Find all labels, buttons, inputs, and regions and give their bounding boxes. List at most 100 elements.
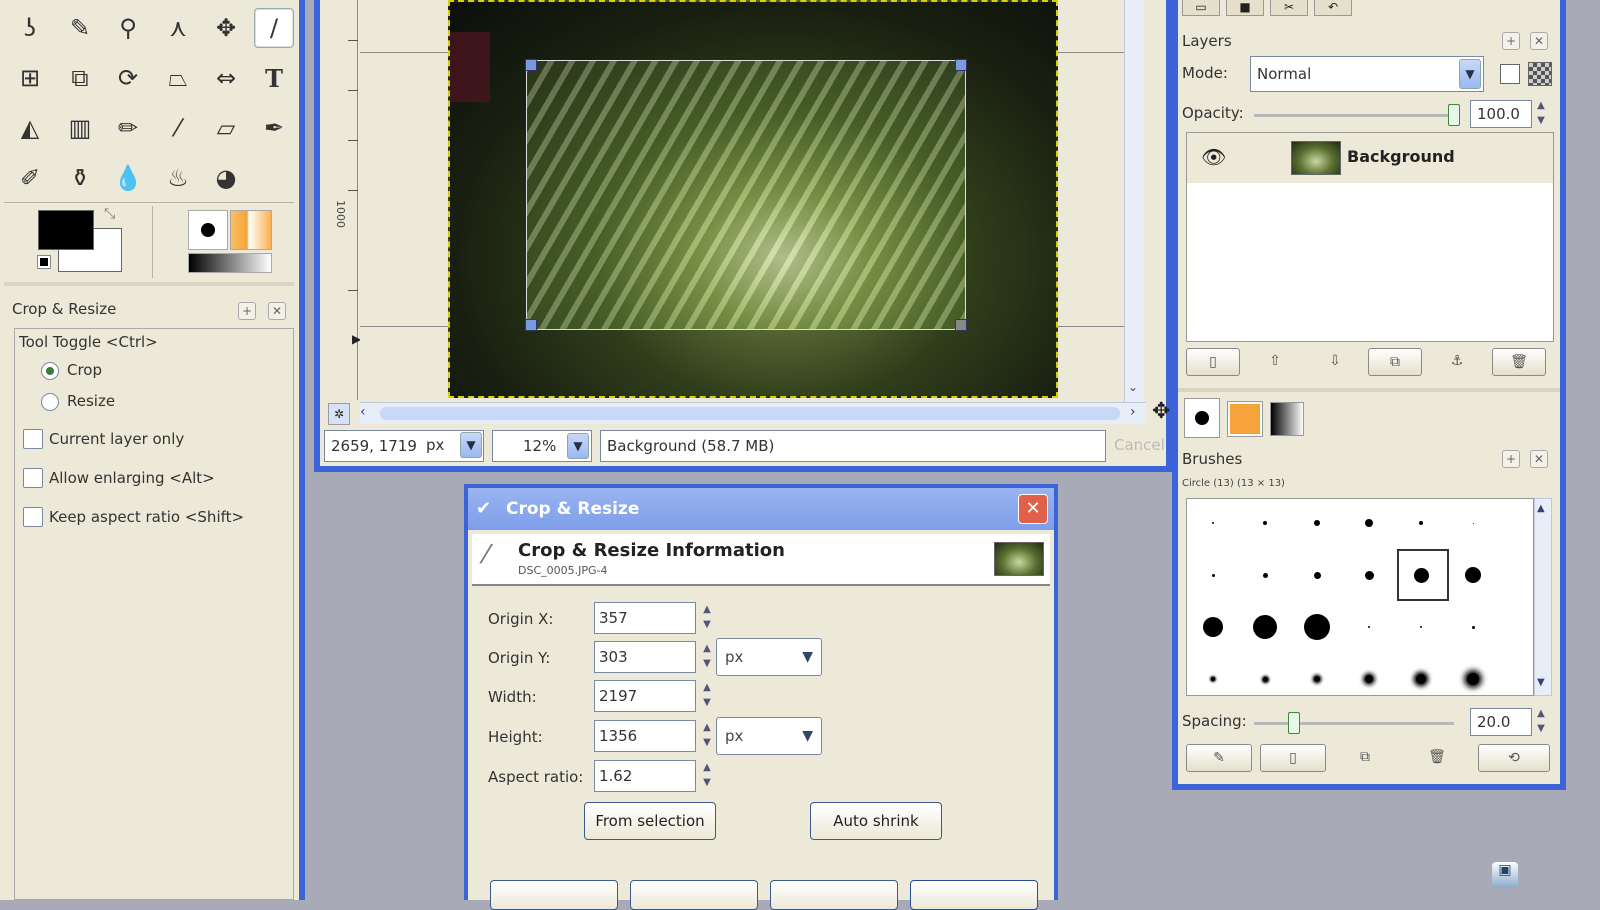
- tray-icon[interactable]: ▣: [1492, 862, 1518, 888]
- crop-rectangle[interactable]: [525, 59, 967, 331]
- chevron-down-icon[interactable]: ▼: [567, 433, 589, 459]
- brush-preview[interactable]: [1467, 673, 1479, 685]
- origin-unit-select[interactable]: px ▼: [716, 638, 822, 676]
- layers-menu-icon[interactable]: +: [1502, 32, 1520, 50]
- patterns-tab-icon[interactable]: [1227, 401, 1263, 437]
- free-select-icon[interactable]: ʖ: [10, 8, 50, 48]
- dodge-burn-icon[interactable]: ♨: [158, 158, 198, 198]
- blend-icon[interactable]: ▥: [60, 108, 100, 148]
- opacity-slider-knob[interactable]: [1448, 104, 1460, 126]
- horizontal-scrollbar[interactable]: ✲ ‹ › ✥: [328, 399, 1170, 425]
- lower-layer-icon[interactable]: ⇩: [1308, 348, 1362, 376]
- brushes-menu-icon[interactable]: +: [1502, 450, 1520, 468]
- brush-preview[interactable]: [1262, 676, 1268, 682]
- channels-tab-icon[interactable]: ■: [1226, 0, 1264, 16]
- zoom-icon[interactable]: ⚲: [108, 8, 148, 48]
- brush-preview[interactable]: [1211, 677, 1215, 681]
- layer-name[interactable]: Background: [1347, 147, 1455, 166]
- mode-select[interactable]: Normal ▼: [1250, 56, 1484, 92]
- eye-icon[interactable]: 👁: [1201, 145, 1226, 169]
- lock-alpha-checkbox[interactable]: [1500, 64, 1520, 84]
- heal-icon[interactable]: ⚱: [60, 158, 100, 198]
- brush-preview[interactable]: [1471, 625, 1475, 629]
- brushes-tab-icon[interactable]: [1184, 398, 1220, 438]
- brush-preview[interactable]: [1253, 615, 1277, 639]
- layers-close-icon[interactable]: ✕: [1530, 32, 1548, 50]
- color-picker-icon[interactable]: ✎: [60, 8, 100, 48]
- gradients-tab-icon[interactable]: [1270, 402, 1304, 436]
- brush-preview[interactable]: [1203, 617, 1223, 637]
- swap-colors-icon[interactable]: ⤡: [104, 206, 115, 222]
- anchor-layer-icon[interactable]: ⚓: [1430, 348, 1484, 376]
- dialog-action-button-2[interactable]: [630, 880, 758, 910]
- brush-preview[interactable]: [1212, 522, 1214, 524]
- scroll-down-icon[interactable]: ▼: [1537, 677, 1545, 688]
- rotate-icon[interactable]: ⟳: [108, 58, 148, 98]
- edit-brush-icon[interactable]: ✎: [1186, 744, 1252, 772]
- brushes-close-icon[interactable]: ✕: [1530, 450, 1548, 468]
- brush-preview[interactable]: [1314, 520, 1320, 526]
- active-pattern-preview[interactable]: [230, 210, 272, 250]
- navigation-icon[interactable]: ✲: [328, 403, 350, 425]
- layers-list[interactable]: 👁 Background: [1186, 132, 1554, 342]
- brush-preview[interactable]: [1365, 675, 1373, 683]
- origin-y-input[interactable]: 303: [594, 641, 696, 673]
- ink-icon[interactable]: ✒: [254, 108, 294, 148]
- eraser-icon[interactable]: ▱: [206, 108, 246, 148]
- brush-preview[interactable]: [1314, 676, 1320, 682]
- raise-layer-icon[interactable]: ⇧: [1248, 348, 1302, 376]
- brush-preview[interactable]: [1211, 573, 1215, 577]
- origin-x-spin-icon[interactable]: ▲ ▼: [700, 602, 714, 634]
- brush-preview[interactable]: [1368, 626, 1370, 628]
- vertical-scrollbar[interactable]: ⌄: [1124, 0, 1144, 402]
- image-canvas[interactable]: [448, 0, 1058, 398]
- pan-icon[interactable]: ✥: [1152, 399, 1170, 424]
- crop-handle-bottom-left[interactable]: [525, 319, 537, 331]
- canvas-area[interactable]: ⌄: [360, 0, 1144, 402]
- chevron-down-icon[interactable]: ▼: [1459, 59, 1481, 89]
- opacity-input[interactable]: 100.0: [1470, 100, 1532, 128]
- keep-aspect-checkbox[interactable]: [23, 507, 43, 527]
- scroll-down-icon[interactable]: ⌄: [1128, 380, 1138, 394]
- scroll-right-icon[interactable]: ›: [1130, 404, 1136, 420]
- foreground-color-swatch[interactable]: [38, 210, 94, 250]
- resize-radio[interactable]: [41, 393, 59, 411]
- duplicate-brush-icon[interactable]: ⧉: [1338, 744, 1392, 772]
- brush-preview[interactable]: [1364, 570, 1374, 580]
- brush-preview[interactable]: [1263, 521, 1267, 525]
- current-layer-only-checkbox[interactable]: [23, 429, 43, 449]
- move-icon[interactable]: ✥: [206, 8, 246, 48]
- scroll-left-icon[interactable]: ‹: [360, 404, 366, 420]
- dialog-action-button-1[interactable]: [490, 880, 618, 910]
- refresh-brushes-icon[interactable]: ⟲: [1478, 744, 1550, 772]
- origin-x-input[interactable]: 357: [594, 602, 696, 634]
- crop-icon[interactable]: ⧉: [60, 58, 100, 98]
- delete-brush-icon[interactable]: 🗑: [1410, 744, 1464, 772]
- pencil-icon[interactable]: ✏: [108, 108, 148, 148]
- allow-enlarging-checkbox[interactable]: [23, 468, 43, 488]
- clone-icon[interactable]: ✐: [10, 158, 50, 198]
- default-colors-icon[interactable]: [37, 255, 51, 269]
- from-selection-button[interactable]: From selection: [584, 802, 716, 840]
- brush-preview[interactable]: [1304, 614, 1330, 640]
- brush-preview[interactable]: [1472, 522, 1474, 524]
- unit-combo[interactable]: px ▼: [420, 430, 484, 462]
- brush-preview[interactable]: [1313, 571, 1321, 579]
- origin-y-spin-icon[interactable]: ▲ ▼: [700, 641, 714, 673]
- crop-handle-bottom-right[interactable]: [955, 319, 967, 331]
- crop-radio[interactable]: [41, 362, 59, 380]
- crop-handle-top-left[interactable]: [525, 59, 537, 71]
- crop-handle-top-right[interactable]: [955, 59, 967, 71]
- brush-preview[interactable]: [1365, 519, 1373, 527]
- spacing-slider[interactable]: [1254, 722, 1454, 725]
- new-layer-icon[interactable]: ▯: [1186, 348, 1240, 376]
- scrollbar-thumb[interactable]: [380, 407, 1120, 420]
- aspect-ratio-input[interactable]: 1.62: [594, 760, 696, 792]
- bucket-fill-icon[interactable]: ◭: [10, 108, 50, 148]
- opacity-slider[interactable]: [1254, 114, 1454, 117]
- layers-tab-icon[interactable]: ▭: [1182, 0, 1220, 16]
- aspect-ratio-spin-icon[interactable]: ▲ ▼: [700, 760, 714, 792]
- measure-icon[interactable]: ⋏: [158, 8, 198, 48]
- width-input[interactable]: 2197: [594, 680, 696, 712]
- spacing-spin-icon[interactable]: ▲ ▼: [1534, 706, 1548, 736]
